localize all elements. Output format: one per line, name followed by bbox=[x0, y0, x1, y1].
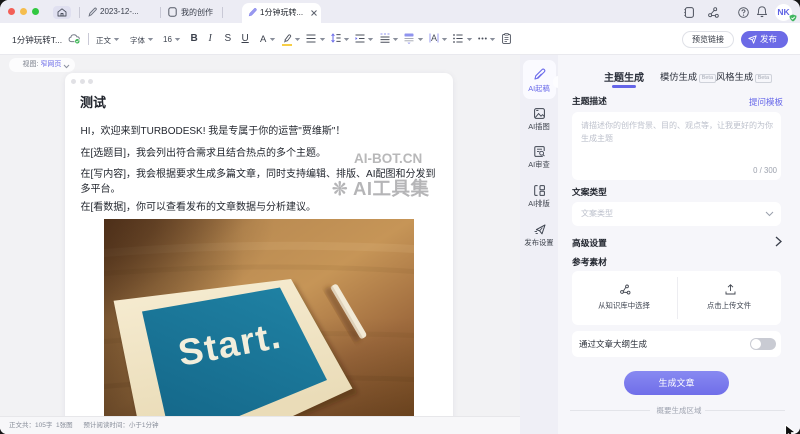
svg-text:A: A bbox=[431, 33, 437, 43]
